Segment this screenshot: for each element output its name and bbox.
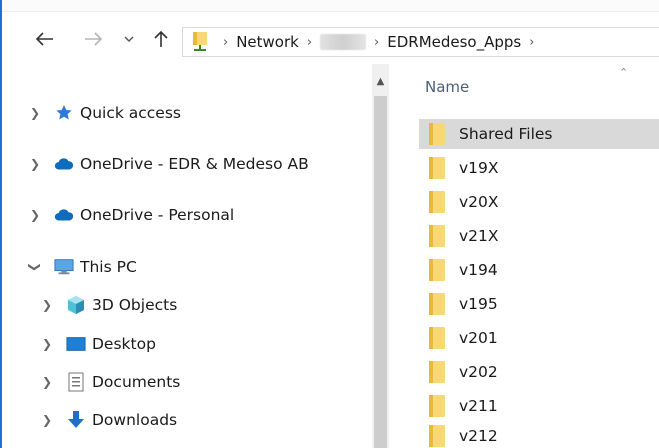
address-bar[interactable]: › Network › › EDRMedeso_Apps › <box>182 27 659 57</box>
computer-icon <box>54 258 74 276</box>
folder-icon <box>429 327 445 349</box>
document-icon <box>66 372 86 392</box>
sort-ascending-icon: ⌃ <box>619 66 629 79</box>
file-name: v195 <box>459 295 498 313</box>
forward-button[interactable] <box>80 26 106 52</box>
up-button[interactable] <box>150 26 172 52</box>
tree-item-label: OneDrive - EDR & Medeso AB <box>80 155 309 173</box>
tree-item-label: 3D Objects <box>92 296 178 314</box>
navigation-bar: › Network › › EDRMedeso_Apps › <box>2 12 659 64</box>
chevron-down-icon[interactable]: ❯ <box>28 260 42 274</box>
breadcrumb-network[interactable]: Network <box>236 28 299 56</box>
file-name: v21X <box>459 227 499 245</box>
chevron-right-icon[interactable]: ❯ <box>40 298 54 312</box>
file-row-selected[interactable]: Shared Files <box>419 119 659 149</box>
column-header-name[interactable]: Name <box>425 78 469 96</box>
chevron-right-icon[interactable]: ❯ <box>40 375 54 389</box>
tree-item-onedrive-business[interactable]: ❯ OneDrive - EDR & Medeso AB <box>28 149 309 179</box>
chevron-right-icon[interactable]: ❯ <box>28 208 42 222</box>
tree-item-3d-objects[interactable]: ❯ 3D Objects <box>40 290 177 320</box>
desktop-icon <box>66 335 86 353</box>
file-row[interactable]: v202 <box>419 357 659 387</box>
recent-locations-button[interactable] <box>120 26 138 52</box>
scroll-thumb[interactable] <box>374 96 387 448</box>
pane-splitter[interactable] <box>389 64 409 448</box>
ribbon-edge <box>2 0 659 12</box>
cloud-icon <box>54 155 74 173</box>
file-name: v194 <box>459 261 498 279</box>
network-location-icon <box>191 28 211 56</box>
file-name: v211 <box>459 397 498 415</box>
chevron-down-icon <box>124 36 134 42</box>
folder-icon <box>429 395 445 417</box>
chevron-right-icon[interactable]: ❯ <box>28 157 42 171</box>
file-row[interactable]: v20X <box>419 187 659 217</box>
back-button[interactable] <box>32 26 58 52</box>
breadcrumb-separator-icon[interactable]: › <box>307 35 312 50</box>
folder-icon <box>429 425 445 447</box>
download-icon <box>66 411 86 429</box>
file-row[interactable]: v21X <box>419 221 659 251</box>
file-row[interactable]: v211 <box>419 391 659 421</box>
file-list: ⌃ Name Shared Files v19X v20X v21X v194 … <box>409 64 659 448</box>
tree-item-documents[interactable]: ❯ Documents <box>40 367 180 397</box>
scroll-up-icon[interactable]: ▲ <box>372 72 389 90</box>
tree-item-onedrive-personal[interactable]: ❯ OneDrive - Personal <box>28 200 234 230</box>
file-row[interactable]: v194 <box>419 255 659 285</box>
folder-icon <box>429 191 445 213</box>
breadcrumb-separator-icon[interactable]: › <box>529 35 534 50</box>
chevron-right-icon[interactable]: ❯ <box>40 413 54 427</box>
folder-icon <box>429 361 445 383</box>
folder-icon <box>429 293 445 315</box>
file-name: v201 <box>459 329 498 347</box>
arrow-up-icon <box>154 30 168 47</box>
chevron-right-icon[interactable]: ❯ <box>28 106 42 120</box>
file-name: v20X <box>459 193 499 211</box>
file-row[interactable]: v212 <box>419 421 659 448</box>
file-name: v202 <box>459 363 498 381</box>
cube-icon <box>66 296 86 314</box>
arrow-right-icon <box>85 32 102 46</box>
navigation-pane: ❯ Quick access ❯ OneDrive - EDR & Medeso… <box>2 64 372 448</box>
file-row[interactable]: v201 <box>419 323 659 353</box>
breadcrumb-redacted-host[interactable] <box>320 28 367 56</box>
tree-item-label: This PC <box>80 258 137 276</box>
tree-item-label: Quick access <box>80 104 181 122</box>
tree-item-label: Documents <box>92 373 181 391</box>
folder-icon <box>429 225 445 247</box>
chevron-right-icon[interactable]: ❯ <box>40 337 54 351</box>
breadcrumb-folder[interactable]: EDRMedeso_Apps <box>387 28 521 56</box>
file-name: Shared Files <box>459 125 553 143</box>
arrow-left-icon <box>36 32 53 46</box>
file-row[interactable]: v195 <box>419 289 659 319</box>
file-name: v19X <box>459 159 499 177</box>
star-icon <box>54 104 74 122</box>
tree-item-downloads[interactable]: ❯ Downloads <box>40 405 177 435</box>
folder-icon <box>429 123 445 145</box>
tree-item-label: Downloads <box>92 411 178 429</box>
tree-item-label: Desktop <box>92 335 156 353</box>
cloud-icon <box>54 206 74 224</box>
navigation-pane-scrollbar[interactable]: ▲ <box>372 64 389 448</box>
tree-item-this-pc[interactable]: ❯ This PC <box>28 252 137 282</box>
tree-item-quick-access[interactable]: ❯ Quick access <box>28 98 181 128</box>
tree-item-desktop[interactable]: ❯ Desktop <box>40 329 156 359</box>
tree-item-label: OneDrive - Personal <box>80 206 235 224</box>
file-name: v212 <box>459 427 498 445</box>
file-row[interactable]: v19X <box>419 153 659 183</box>
breadcrumb-separator-icon: › <box>223 34 229 50</box>
folder-icon <box>429 259 445 281</box>
breadcrumb-separator-icon[interactable]: › <box>374 35 379 50</box>
folder-icon <box>429 157 445 179</box>
